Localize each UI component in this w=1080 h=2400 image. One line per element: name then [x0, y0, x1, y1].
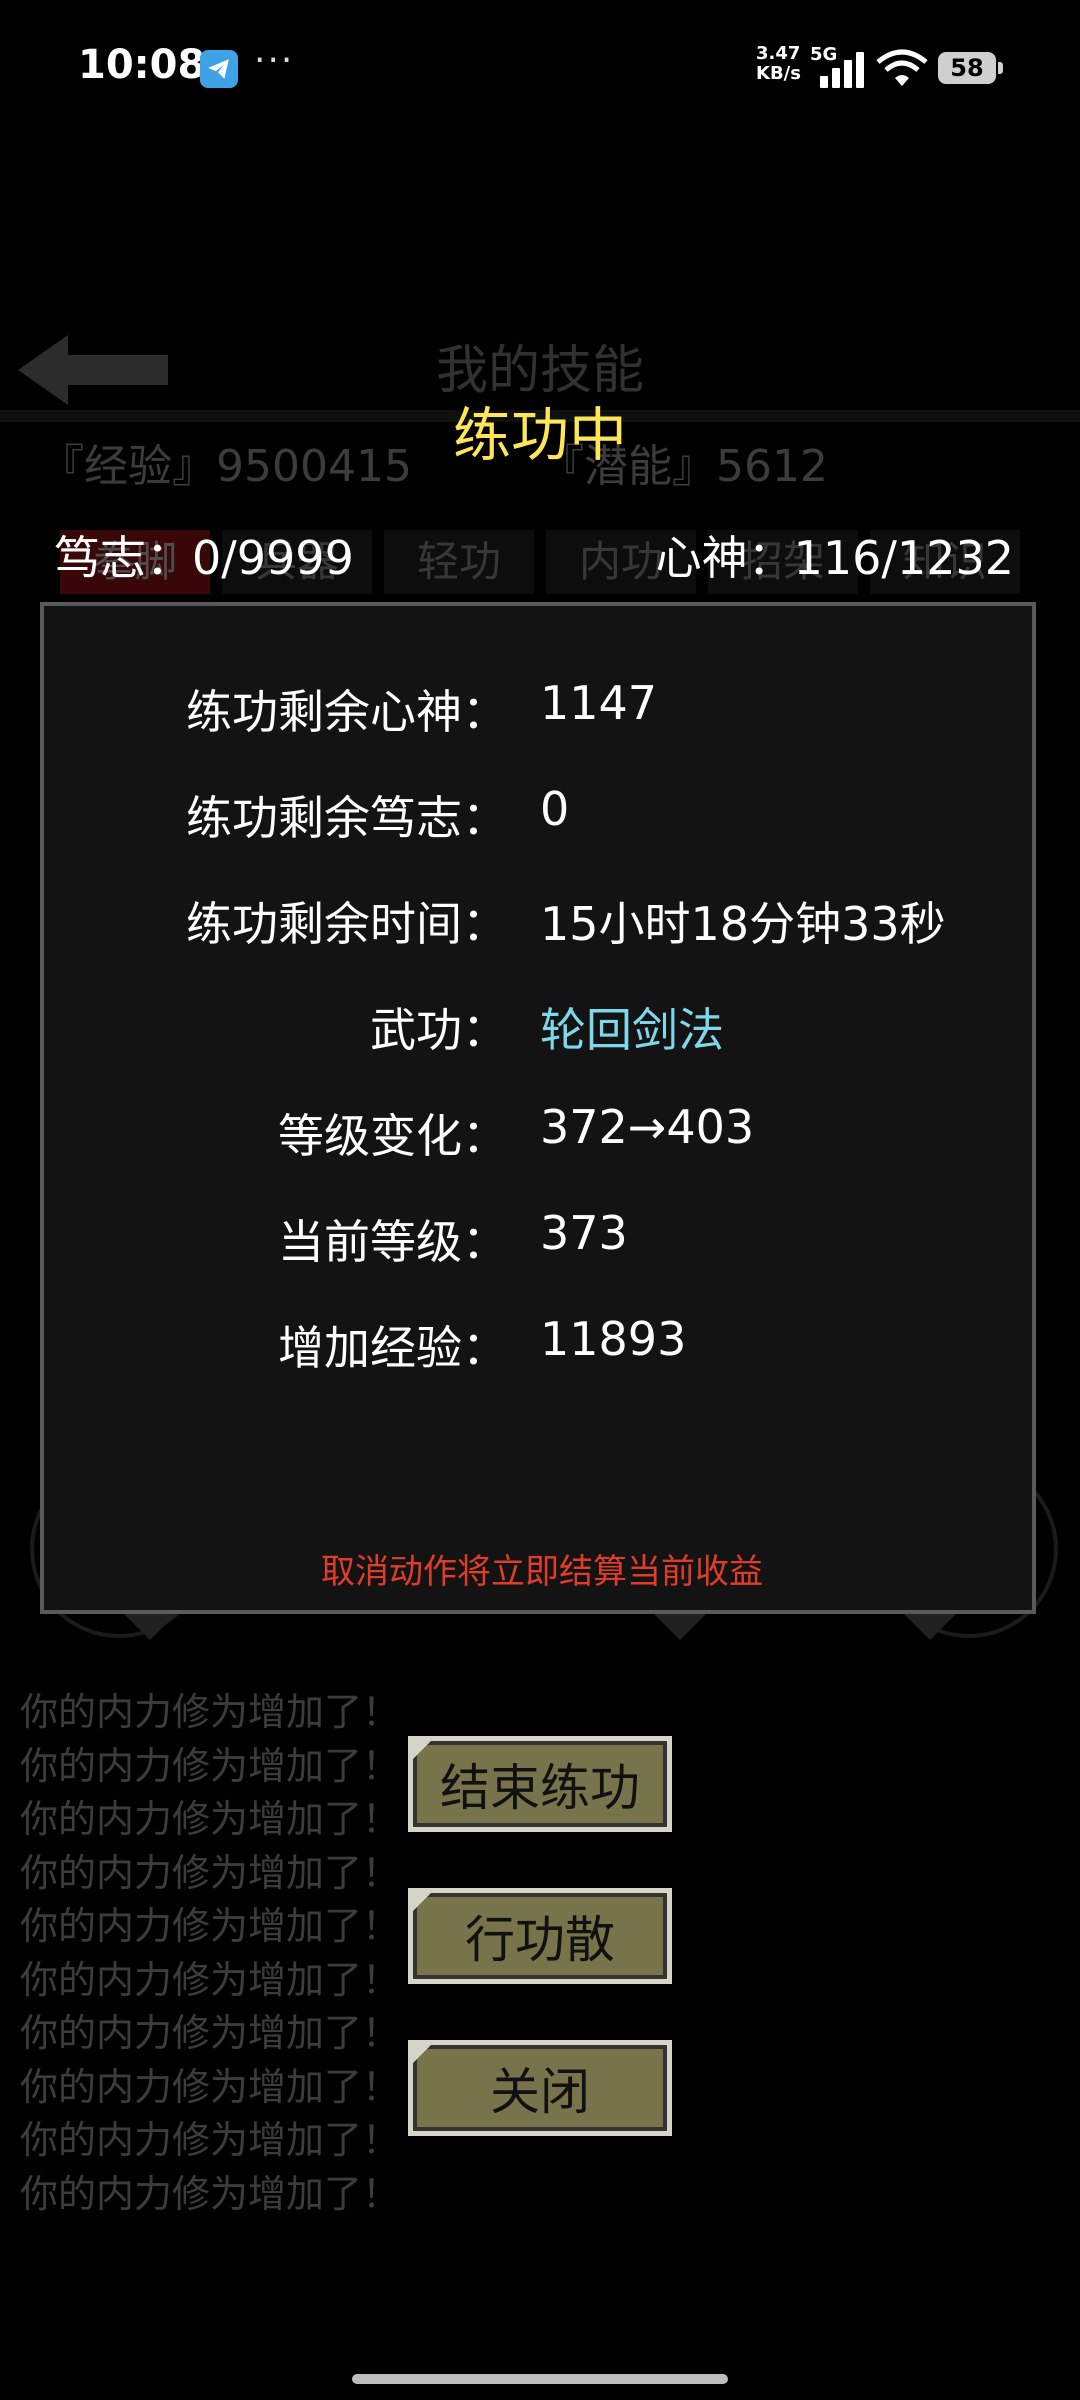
log-line: 你的内力修为增加了！ [20, 2011, 401, 2055]
info-row-label: 当前等级： [278, 1215, 508, 1269]
info-row-value: 11893 [540, 1312, 687, 1366]
info-row-remaining-will: 练功剩余笃志： 0 [44, 772, 1040, 852]
log-line: 你的内力修为增加了！ [20, 1957, 401, 2002]
info-row-label: 练功剩余心神： [186, 685, 508, 739]
info-row-value: 372→403 [540, 1100, 755, 1154]
more-notifications-icon: ··· [254, 40, 295, 81]
dialog-title: 练功中 [452, 401, 627, 469]
end-training-button[interactable]: 结束练功 [408, 1736, 672, 1832]
info-row-value: 373 [540, 1206, 628, 1260]
xinggongsan-label: 行功散 [465, 1911, 615, 1969]
log-line: 你的内力修为增加了！ [20, 2171, 401, 2216]
end-training-label: 结束练功 [440, 1759, 640, 1817]
log-line: 你的内力修为增加了！ [20, 1904, 401, 1948]
net-speed-value: 3.47 [756, 43, 801, 64]
home-indicator[interactable] [352, 2374, 728, 2384]
log-line: 你的内力修为增加了！ [20, 1690, 401, 1734]
close-label: 关闭 [490, 2063, 590, 2121]
info-row-remaining-time: 练功剩余时间： 15小时18分钟33秒 [44, 878, 1040, 958]
cancel-warning: 取消动作将立即结算当前收益 [321, 1552, 763, 1592]
telegram-icon [200, 50, 238, 88]
battery-icon: 58 [938, 52, 1003, 84]
info-row-label: 练功剩余笃志： [186, 791, 508, 845]
info-row-label: 练功剩余时间： [186, 897, 508, 951]
info-row-label: 增加经验： [278, 1321, 508, 1375]
mind-stat: 心神：116/1232 [655, 531, 1014, 585]
log-line: 你的内力修为增加了！ [20, 1850, 401, 1895]
info-row-value: 0 [540, 782, 570, 836]
close-button[interactable]: 关闭 [408, 2040, 672, 2136]
info-row-exp-gain: 增加经验： 11893 [44, 1302, 1040, 1382]
signal-icon [820, 48, 866, 88]
net-speed-unit: KB/s [756, 63, 801, 84]
info-row-label: 等级变化： [278, 1109, 508, 1163]
info-row-level-change: 等级变化： 372→403 [44, 1090, 1040, 1170]
log-line: 你的内力修为增加了！ [20, 1743, 401, 1788]
training-info-panel: 练功剩余心神： 1147 练功剩余笃志： 0 练功剩余时间： 15小时18分钟3… [40, 602, 1036, 1614]
tab-qinggong: 轻功 [384, 530, 534, 594]
message-log: 你的内力修为增加了！ 你的内力修为增加了！ 你的内力修为增加了！ 你的内力修为增… [20, 1686, 440, 2221]
log-line: 你的内力修为增加了！ [20, 1797, 401, 1841]
log-line: 你的内力修为增加了！ [20, 2118, 401, 2162]
status-time: 10:08 [78, 42, 206, 88]
info-row-label: 武功： [370, 1003, 508, 1057]
info-row-value: 1147 [540, 676, 658, 730]
info-row-remaining-mind: 练功剩余心神： 1147 [44, 666, 1040, 746]
wifi-icon [876, 48, 928, 88]
status-bar: 10:08 ··· 3.47 KB/s 5G 58 [0, 0, 1080, 130]
log-line: 你的内力修为增加了！ [20, 2064, 401, 2109]
net-speed: 3.47 KB/s [756, 44, 801, 84]
info-row-current-level: 当前等级： 373 [44, 1196, 1040, 1276]
battery-level: 58 [950, 54, 984, 82]
info-row-value: 15小时18分钟33秒 [540, 897, 946, 951]
will-stat: 笃志：0/9999 [54, 531, 354, 585]
info-row-skill: 武功： 轮回剑法 [44, 984, 1040, 1064]
xinggongsan-button[interactable]: 行功散 [408, 1888, 672, 1984]
skill-name[interactable]: 轮回剑法 [540, 994, 724, 1060]
